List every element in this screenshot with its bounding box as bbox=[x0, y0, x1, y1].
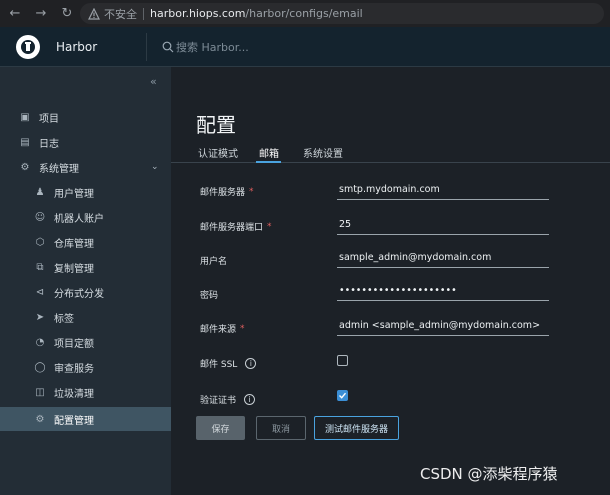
sidebar-item-gc[interactable]: ◫ 垃圾清理 bbox=[0, 380, 171, 404]
harbor-logo-icon[interactable] bbox=[16, 35, 40, 59]
warning-icon bbox=[88, 7, 100, 20]
username-label-text: 用户名 bbox=[200, 257, 228, 267]
users-icon: ♟ bbox=[35, 186, 45, 198]
sidebar-item-label: 项目定额 bbox=[54, 338, 94, 350]
sidebar-item-configuration[interactable]: ⚙ 配置管理 bbox=[0, 407, 171, 431]
sidebar-item-registry[interactable]: ⬡ 仓库管理 bbox=[0, 230, 171, 254]
info-icon[interactable]: i bbox=[245, 358, 257, 369]
password-label: 密码 bbox=[200, 288, 218, 301]
sidebar-item-label: 标签 bbox=[54, 313, 74, 325]
url-path: /harbor/configs/email bbox=[245, 7, 363, 20]
label-icon: ➤ bbox=[35, 311, 45, 323]
email-port-input[interactable]: 25 bbox=[337, 217, 549, 235]
sidebar-item-users[interactable]: ♟ 用户管理 bbox=[0, 180, 171, 204]
email-from-label: 邮件来源 * bbox=[200, 322, 245, 336]
logs-icon: ▤ bbox=[20, 136, 30, 148]
admin-icon: ⚙ bbox=[20, 161, 30, 173]
projects-icon: ▣ bbox=[20, 111, 30, 123]
sidebar-item-distribution[interactable]: ⊲ 分布式分发 bbox=[0, 280, 171, 304]
sidebar: « ▣ 项目 ▤ 日志 ⚙ 系统管理 ⌄ ♟ 用户管理 ☺ 机器人账户 ⬡ 仓库… bbox=[0, 67, 171, 495]
test-mail-server-button[interactable]: 测试邮件服务器 bbox=[314, 416, 399, 440]
password-label-text: 密码 bbox=[200, 291, 219, 301]
required-marker: * bbox=[267, 221, 272, 232]
save-button[interactable]: 保存 bbox=[196, 416, 245, 440]
quota-icon: ◔ bbox=[35, 336, 45, 348]
email-from-label-text: 邮件来源 bbox=[200, 325, 237, 335]
username-label: 用户名 bbox=[200, 254, 227, 267]
username-input[interactable]: sample_admin@mydomain.com bbox=[337, 250, 549, 268]
sidebar-item-label: 项目 bbox=[39, 113, 59, 125]
gear-icon: ⚙ bbox=[35, 413, 45, 425]
email-port-label-text: 邮件服务器端口 bbox=[200, 223, 264, 233]
sidebar-item-label: 配置管理 bbox=[54, 415, 94, 427]
watermark: CSDN @添柴程序猿 bbox=[420, 465, 558, 483]
sidebar-item-label: 垃圾清理 bbox=[54, 388, 94, 400]
sidebar-item-label: 系统管理 bbox=[39, 163, 79, 175]
sidebar-item-labels[interactable]: ➤ 标签 bbox=[0, 305, 171, 329]
trash-icon: ◫ bbox=[35, 386, 45, 398]
tab-auth[interactable]: 认证模式 bbox=[198, 145, 238, 160]
email-port-label: 邮件服务器端口 * bbox=[200, 220, 272, 234]
forward-arrow-icon[interactable]: → bbox=[30, 3, 52, 25]
verify-cert-checkbox[interactable] bbox=[337, 390, 348, 401]
active-tab-indicator bbox=[256, 161, 281, 163]
global-search[interactable]: 搜索 Harbor... bbox=[162, 39, 249, 55]
sidebar-item-label: 复制管理 bbox=[54, 263, 94, 275]
header-divider bbox=[146, 33, 147, 61]
sidebar-item-quota[interactable]: ◔ 项目定额 bbox=[0, 330, 171, 354]
address-bar[interactable]: 不安全 harbor.hiops.com /harbor/configs/ema… bbox=[80, 3, 604, 24]
email-server-input[interactable]: smtp.mydomain.com bbox=[337, 182, 549, 200]
email-from-input[interactable]: admin <sample_admin@mydomain.com> bbox=[337, 318, 549, 336]
url-separator bbox=[143, 7, 144, 20]
search-input[interactable]: 搜索 Harbor... bbox=[176, 39, 249, 55]
search-icon bbox=[162, 41, 174, 53]
insecure-label: 不安全 bbox=[104, 7, 137, 21]
checkmark-icon bbox=[339, 392, 347, 399]
reload-icon[interactable]: ↻ bbox=[56, 3, 78, 25]
page-title: 配置 bbox=[196, 113, 236, 137]
back-arrow-icon[interactable]: ← bbox=[4, 3, 26, 25]
verify-cert-label-text: 验证证书 bbox=[200, 396, 237, 406]
sidebar-item-label: 分布式分发 bbox=[54, 288, 104, 300]
email-server-label: 邮件服务器 * bbox=[200, 185, 254, 199]
browser-toolbar: ← → ↻ 不安全 harbor.hiops.com /harbor/confi… bbox=[0, 0, 610, 27]
email-ssl-label: 邮件 SSL i bbox=[200, 357, 257, 370]
registry-icon: ⬡ bbox=[35, 236, 45, 248]
tab-email[interactable]: 邮箱 bbox=[259, 145, 279, 160]
sidebar-item-label: 用户管理 bbox=[54, 188, 94, 200]
url-host: harbor.hiops.com bbox=[150, 7, 246, 20]
verify-cert-label: 验证证书 i bbox=[200, 393, 256, 406]
sidebar-item-projects[interactable]: ▣ 项目 bbox=[0, 105, 171, 129]
required-marker: * bbox=[240, 323, 245, 334]
robot-icon: ☺ bbox=[34, 211, 46, 223]
required-marker: * bbox=[249, 186, 254, 197]
sidebar-item-label: 机器人账户 bbox=[54, 213, 104, 225]
email-ssl-checkbox[interactable] bbox=[337, 355, 348, 366]
email-server-label-text: 邮件服务器 bbox=[200, 188, 246, 198]
distribution-icon: ⊲ bbox=[35, 286, 45, 298]
shield-icon: ◯ bbox=[34, 361, 46, 373]
sidebar-item-scanner[interactable]: ◯ 审查服务 bbox=[0, 355, 171, 379]
cancel-button[interactable]: 取消 bbox=[256, 416, 306, 440]
sidebar-item-admin[interactable]: ⚙ 系统管理 ⌄ bbox=[0, 155, 171, 179]
sidebar-item-label: 日志 bbox=[39, 138, 59, 150]
sidebar-item-robot[interactable]: ☺ 机器人账户 bbox=[0, 205, 171, 229]
sidebar-item-replication[interactable]: ⧉ 复制管理 bbox=[0, 255, 171, 279]
app-header: Harbor 搜索 Harbor... bbox=[0, 27, 610, 67]
tab-system-settings[interactable]: 系统设置 bbox=[303, 145, 343, 160]
sidebar-item-label: 审查服务 bbox=[54, 363, 94, 375]
chevron-down-icon: ⌄ bbox=[151, 162, 159, 172]
password-input[interactable]: ••••••••••••••••••••• bbox=[337, 283, 549, 301]
app-title[interactable]: Harbor bbox=[56, 40, 97, 54]
replication-icon: ⧉ bbox=[36, 261, 44, 273]
collapse-sidebar-icon[interactable]: « bbox=[150, 75, 157, 88]
main-content: 配置 认证模式 邮箱 系统设置 邮件服务器 * smtp.mydomain.com… bbox=[171, 67, 610, 495]
sidebar-item-label: 仓库管理 bbox=[54, 238, 94, 250]
config-tabs: 认证模式 邮箱 系统设置 bbox=[171, 141, 610, 163]
email-ssl-label-text: 邮件 SSL bbox=[200, 360, 238, 370]
sidebar-item-logs[interactable]: ▤ 日志 bbox=[0, 130, 171, 154]
info-icon[interactable]: i bbox=[244, 394, 256, 405]
